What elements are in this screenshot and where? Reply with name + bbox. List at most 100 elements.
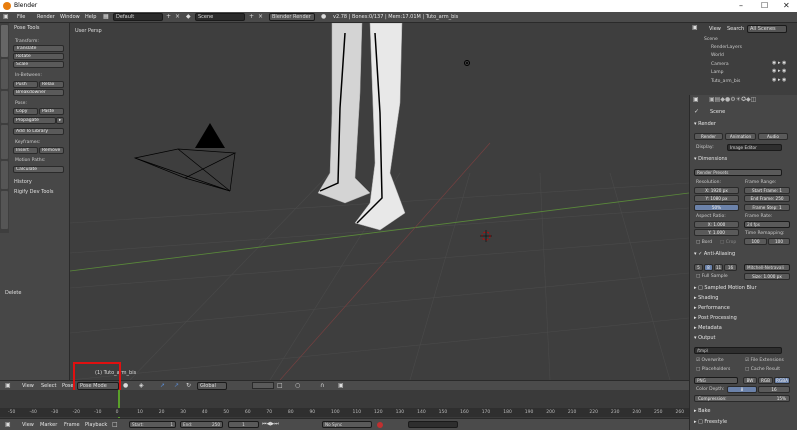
render-preview-icon[interactable]: ▣ (338, 382, 344, 389)
metadata-panel-header[interactable]: ▸ Metadata (694, 325, 722, 331)
manipulator-icon[interactable]: ➚ (160, 382, 165, 389)
remove-layout-icon[interactable]: × (175, 13, 180, 20)
layout-icon[interactable]: ▦ (103, 13, 109, 20)
snap-icon[interactable]: ∩ (320, 382, 324, 389)
history-panel[interactable]: History (14, 179, 32, 185)
aa-filter-select[interactable]: Mitchell-Netravali (744, 264, 790, 271)
auto-keying-icon[interactable] (377, 422, 383, 428)
overwrite-checkbox[interactable]: ☑ Overwrite (696, 358, 724, 363)
start-frame-field[interactable]: Start: 1 (129, 421, 176, 428)
menu-render[interactable]: Render (37, 14, 55, 20)
menu-file[interactable]: File (17, 14, 25, 20)
editor-type-icon[interactable]: ▣ (3, 13, 9, 20)
menu-marker[interactable]: Marker (40, 422, 57, 428)
bake-panel-header[interactable]: ▸ Bake (694, 408, 710, 414)
anti-aliasing-panel-header[interactable]: ▾ ✓ Anti-Aliasing (694, 251, 735, 257)
aspect-x-field[interactable]: X: 1.000 (694, 221, 739, 228)
file-extensions-checkbox[interactable]: ☑ File Extensions (745, 358, 784, 363)
menu-playback[interactable]: Playback (85, 422, 107, 428)
end-frame-field[interactable]: End: 250 (180, 421, 223, 428)
render-presets-select[interactable]: Render Presets (694, 169, 782, 176)
menu-view[interactable]: View (22, 422, 34, 428)
copy-pose-button[interactable]: Copy (13, 108, 38, 115)
outliner-item-world[interactable]: World (711, 53, 724, 58)
dimensions-panel-header[interactable]: ▾ Dimensions (694, 156, 727, 162)
render-panel-header[interactable]: ▾ Render (694, 121, 716, 127)
minimize-icon[interactable]: – (739, 1, 743, 10)
post-processing-panel-header[interactable]: ▸ Post Processing (694, 315, 737, 321)
output-path-field[interactable]: /tmp\ (694, 347, 782, 354)
aa-16-button[interactable]: 16 (724, 264, 737, 271)
translate-button[interactable]: Translate (13, 45, 64, 52)
aa-8-button[interactable]: 8 (704, 264, 713, 271)
scale-button[interactable]: Scale (13, 61, 64, 68)
tab-create[interactable] (1, 59, 8, 89)
menu-pose[interactable]: Pose (62, 383, 74, 389)
translate-manipulator-icon[interactable]: ↗ (174, 382, 179, 389)
viewport-shading-icon[interactable]: ● (123, 382, 128, 389)
screen-layout-field[interactable]: Default (113, 13, 163, 21)
filter-size-field[interactable]: Size: 1.000 px (744, 273, 790, 280)
color-depth-16-button[interactable]: 16 (758, 386, 790, 393)
menu-help[interactable]: Help (85, 14, 96, 20)
remove-keyframe-button[interactable]: Remove (39, 147, 64, 154)
render-engine-select[interactable]: Blender Render (269, 13, 315, 21)
propagate-button[interactable]: Propagate (13, 117, 56, 124)
pivot-icon[interactable]: ◈ (139, 382, 144, 389)
menu-view[interactable]: View (22, 383, 34, 389)
placeholders-checkbox[interactable]: □ Placeholders (696, 367, 730, 372)
start-frame-field[interactable]: Start Frame: 1 (744, 187, 790, 194)
frame-step-field[interactable]: Frame Step: 1 (744, 204, 790, 211)
tab-physics[interactable] (1, 161, 8, 189)
menu-select[interactable]: Select (41, 383, 56, 389)
output-panel-header[interactable]: ▾ Output (694, 335, 715, 341)
keying-set-field[interactable] (408, 421, 458, 428)
tab-relations[interactable] (1, 91, 8, 123)
add-layout-icon[interactable]: + (166, 13, 171, 20)
add-to-library-button[interactable]: Add To Library (13, 128, 64, 135)
tab-grease-pencil[interactable] (1, 191, 8, 229)
delete-panel[interactable]: Delete (5, 290, 21, 296)
freestyle-panel-header[interactable]: ▸ □ Freestyle (694, 419, 727, 425)
current-frame-field[interactable]: 1 (228, 421, 259, 428)
outliner-view-menu[interactable]: View (709, 26, 721, 32)
aa-5-button[interactable]: 5 (694, 264, 703, 271)
insert-keyframe-button[interactable]: Insert (13, 147, 38, 154)
animation-button[interactable]: Animation (725, 133, 756, 140)
outliner-item-lamp[interactable]: Lamp (711, 70, 724, 75)
visibility-icon[interactable]: ◉ ▸ ◉ (772, 60, 786, 66)
cache-result-checkbox[interactable]: □ Cache Result (745, 367, 780, 372)
outliner-item-armature[interactable]: Tuto_arm_bis (711, 79, 740, 84)
full-sample-checkbox[interactable]: □ Full Sample (696, 274, 728, 279)
use-preview-range-icon[interactable]: □ (112, 421, 118, 428)
tab-tools[interactable] (1, 25, 8, 57)
rotate-button[interactable]: Rotate (13, 53, 64, 60)
transform-orientation-select[interactable]: Global (197, 382, 227, 390)
aa-11-button[interactable]: 11 (714, 264, 723, 271)
relax-button[interactable]: Relax (39, 81, 64, 88)
3d-viewport[interactable]: User Persp (1) Tuto_arm_bis (70, 23, 689, 380)
rotate-manipulator-icon[interactable]: ↻ (186, 382, 191, 389)
end-frame-field[interactable]: End Frame: 250 (744, 195, 790, 202)
properties-context-tabs[interactable]: ▣ ▣▤◆●⚙☀✪◆◫ (691, 95, 795, 105)
outliner-item-renderlayers[interactable]: RenderLayers (711, 45, 742, 50)
lock-icon[interactable]: □ (277, 382, 283, 389)
editor-type-icon[interactable]: ▣ (692, 24, 698, 31)
breakdowner-button[interactable]: Breakdowner (13, 89, 64, 96)
render-tab-icon[interactable]: ▣▤◆●⚙☀✪◆◫ (709, 96, 756, 103)
color-depth-8-button[interactable]: 8 (727, 386, 757, 393)
audio-button[interactable]: Audio (758, 133, 788, 140)
editor-type-icon[interactable]: ▣ (693, 96, 699, 103)
shading-panel-header[interactable]: ▸ Shading (694, 295, 718, 301)
render-button[interactable]: Render (694, 133, 723, 140)
push-button[interactable]: Push (13, 81, 38, 88)
outliner-item-camera[interactable]: Camera (711, 62, 729, 67)
add-scene-icon[interactable]: + (249, 13, 254, 20)
crop-checkbox[interactable]: □ Crop (720, 240, 736, 245)
remap-new-field[interactable]: 100 (768, 238, 790, 245)
proportional-edit-icon[interactable]: ○ (295, 382, 300, 389)
color-rgba-button[interactable]: RGBA (774, 377, 790, 384)
color-bw-button[interactable]: BW (743, 377, 757, 384)
sync-mode-select[interactable]: No Sync (322, 421, 372, 428)
file-format-select[interactable]: PNG (694, 377, 738, 384)
